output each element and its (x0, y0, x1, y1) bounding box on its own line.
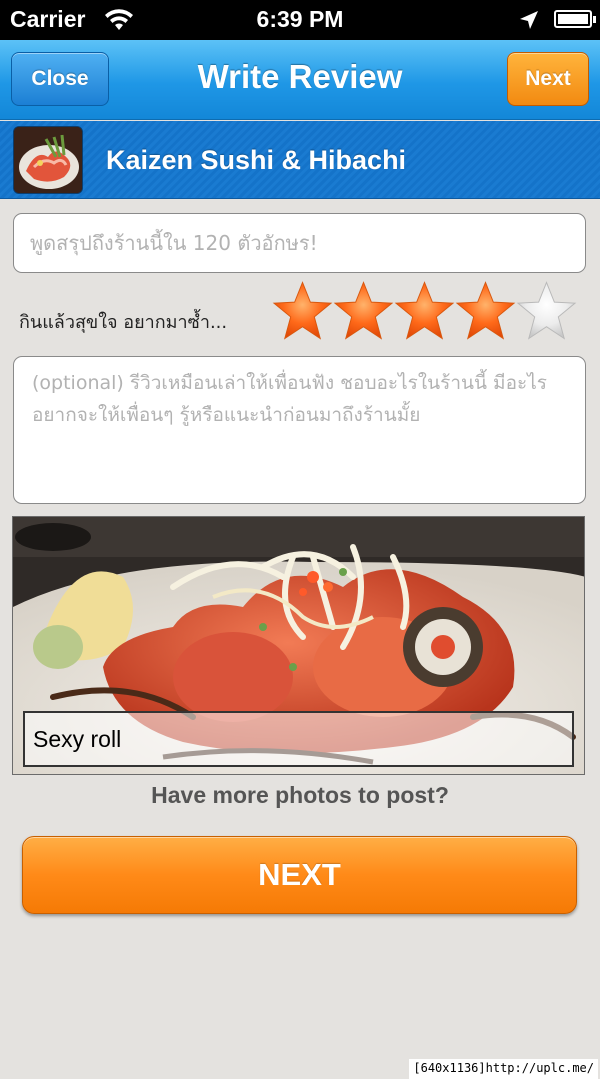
navigation-bar: Close Write Review Next (0, 40, 600, 120)
location-arrow-icon (518, 9, 540, 36)
star-1-icon[interactable] (272, 280, 333, 342)
star-rating[interactable] (272, 280, 577, 342)
wifi-icon (104, 8, 134, 37)
star-5-icon[interactable] (516, 280, 577, 342)
restaurant-header: Kaizen Sushi & Hibachi (0, 121, 600, 199)
star-4-icon[interactable] (455, 280, 516, 342)
photo-caption-input[interactable] (23, 711, 574, 767)
carrier-label: Carrier (10, 6, 86, 32)
add-more-photos-link[interactable]: Have more photos to post? (0, 782, 600, 809)
status-bar: Carrier 6:39 PM (0, 0, 600, 40)
clock: 6:39 PM (256, 6, 344, 32)
review-textarea[interactable] (13, 356, 586, 504)
restaurant-name: Kaizen Sushi & Hibachi (106, 145, 407, 175)
star-2-icon[interactable] (333, 280, 394, 342)
summary-input[interactable] (13, 213, 586, 273)
next-header-button[interactable]: Next (507, 52, 589, 106)
watermark: [640x1136]http://uplc.me/ (409, 1059, 598, 1079)
battery-icon (554, 10, 596, 28)
next-button[interactable]: NEXT (22, 836, 577, 914)
rating-label: กินแล้วสุขใจ อยากมาซ้ำ... (19, 312, 228, 333)
restaurant-thumbnail (13, 126, 83, 194)
star-3-icon[interactable] (394, 280, 455, 342)
